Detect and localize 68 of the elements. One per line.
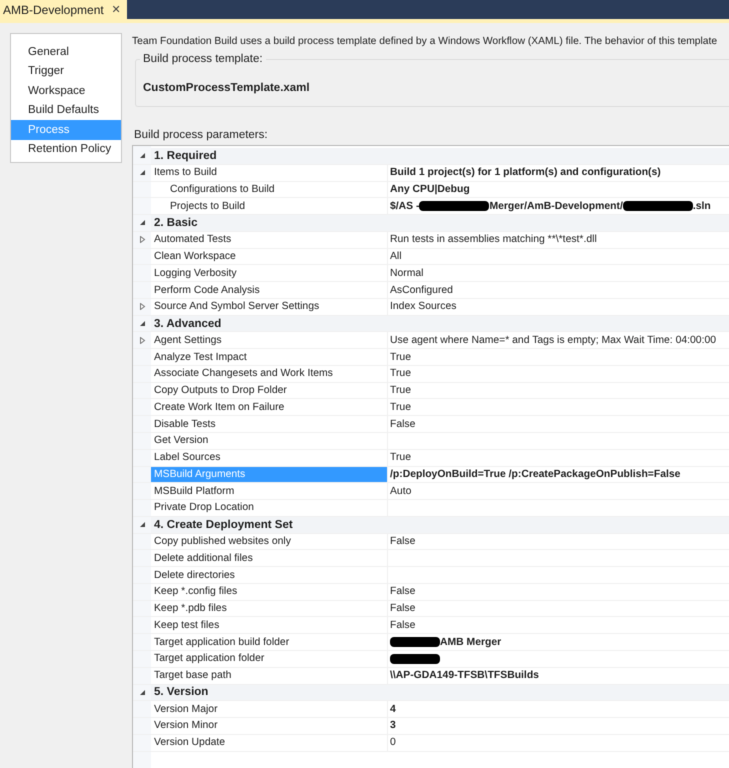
parameter-name[interactable]: Target application folder — [151, 650, 388, 667]
nav-item[interactable]: Workspace — [11, 81, 121, 100]
parameter-name[interactable]: Version Minor — [151, 718, 388, 734]
parameter-value: Use agent where Name=* and Tags is empty; Max Wait Time: 04:00:00 — [389, 334, 718, 348]
group-label: Build process template: — [140, 53, 266, 65]
redaction-mark — [622, 201, 693, 212]
expanded-triangle-icon[interactable] — [138, 320, 146, 328]
redaction-mark — [419, 201, 490, 212]
parameter-value: True — [389, 400, 412, 415]
tab-title: AMB-Development — [3, 2, 104, 16]
parameter-value: True — [389, 384, 412, 398]
collapsed-triangle-icon[interactable] — [138, 236, 146, 244]
template-name: CustomProcessTemplate.xaml — [143, 82, 310, 94]
nav-item[interactable]: Build Defaults — [11, 100, 121, 120]
close-button[interactable]: ✕ — [112, 3, 121, 16]
nav-item[interactable]: General — [11, 42, 121, 62]
parameter-value: False — [389, 585, 416, 600]
parameter-value: Normal — [389, 266, 424, 281]
category-header[interactable]: 5. Version — [151, 684, 729, 700]
parameter-value: Index Sources — [389, 300, 458, 314]
description-text: Team Foundation Build uses a build process template defined by a Windows Workflow (XAML) file. The behavior of this template — [132, 36, 718, 47]
parameter-name[interactable]: Automated Tests — [151, 232, 388, 248]
collapsed-triangle-icon[interactable] — [138, 303, 146, 310]
parameter-value: False — [389, 618, 416, 633]
parameter-value: All — [389, 250, 403, 264]
expanded-triangle-icon[interactable] — [138, 169, 146, 176]
parameter-value: Merger/AmB-Development/ — [489, 200, 623, 212]
parameter-name[interactable]: Target base path — [151, 668, 388, 684]
parameter-value: .sln — [692, 200, 711, 212]
parameter-value: False — [389, 602, 416, 616]
parameters-label: Build process parameters: — [134, 129, 269, 141]
parameter-value: True — [389, 350, 412, 365]
parameter-value: False — [389, 418, 416, 432]
parameter-value: 3 — [389, 719, 397, 734]
category-header[interactable]: 2. Basic — [151, 215, 729, 231]
parameter-name[interactable]: Version Major — [151, 701, 388, 718]
parameter-name[interactable]: Associate Changesets and Work Items — [151, 366, 388, 382]
parameter-value: Any CPU|Debug — [389, 182, 471, 197]
redaction-mark — [390, 637, 440, 648]
parameter-value: AMB Merger — [440, 636, 502, 648]
nav-item[interactable]: Retention Policy — [11, 140, 121, 159]
nav-item[interactable]: Trigger — [11, 62, 121, 81]
parameter-value: 0 — [389, 736, 397, 750]
parameter-value: $/AS - — [390, 200, 420, 212]
parameter-value: \\AP-GDA149-TFSB\TFSBuilds — [389, 669, 540, 684]
parameter-value: /p:DeployOnBuild=True /p:CreatePackageOnPublish=False — [389, 468, 682, 482]
parameter-name[interactable]: Target application build folder — [151, 634, 388, 650]
expanded-triangle-icon[interactable] — [138, 521, 146, 528]
collapsed-triangle-icon[interactable] — [138, 336, 146, 344]
category-header[interactable]: 3. Advanced — [151, 316, 729, 332]
document-tab[interactable]: AMB-Development ✕ — [0, 0, 127, 19]
parameter-value: AsConfigured — [389, 284, 454, 298]
parameter-value: True — [389, 367, 412, 382]
parameter-value: 4 — [389, 702, 397, 717]
parameter-name[interactable]: Analyze Test Impact — [151, 349, 388, 365]
parameter-name[interactable]: Agent Settings — [151, 332, 388, 348]
category-header[interactable]: 1. Required — [151, 148, 729, 164]
parameter-value: Build 1 project(s) for 1 platform(s) and configuration(s) — [389, 166, 662, 180]
parameter-value: False — [389, 534, 416, 549]
redaction-mark — [390, 654, 440, 664]
category-header[interactable]: 4. Create Deployment Set — [151, 516, 729, 533]
expanded-triangle-icon[interactable] — [138, 152, 146, 160]
parameter-value: Auto — [389, 484, 412, 499]
parameter-value: True — [389, 451, 412, 466]
parameter-name[interactable]: Version Update — [151, 734, 388, 751]
expanded-triangle-icon[interactable] — [138, 219, 146, 226]
parameter-value: Run tests in assemblies matching **\*test*.dll — [389, 233, 598, 248]
expanded-triangle-icon[interactable] — [138, 688, 146, 696]
